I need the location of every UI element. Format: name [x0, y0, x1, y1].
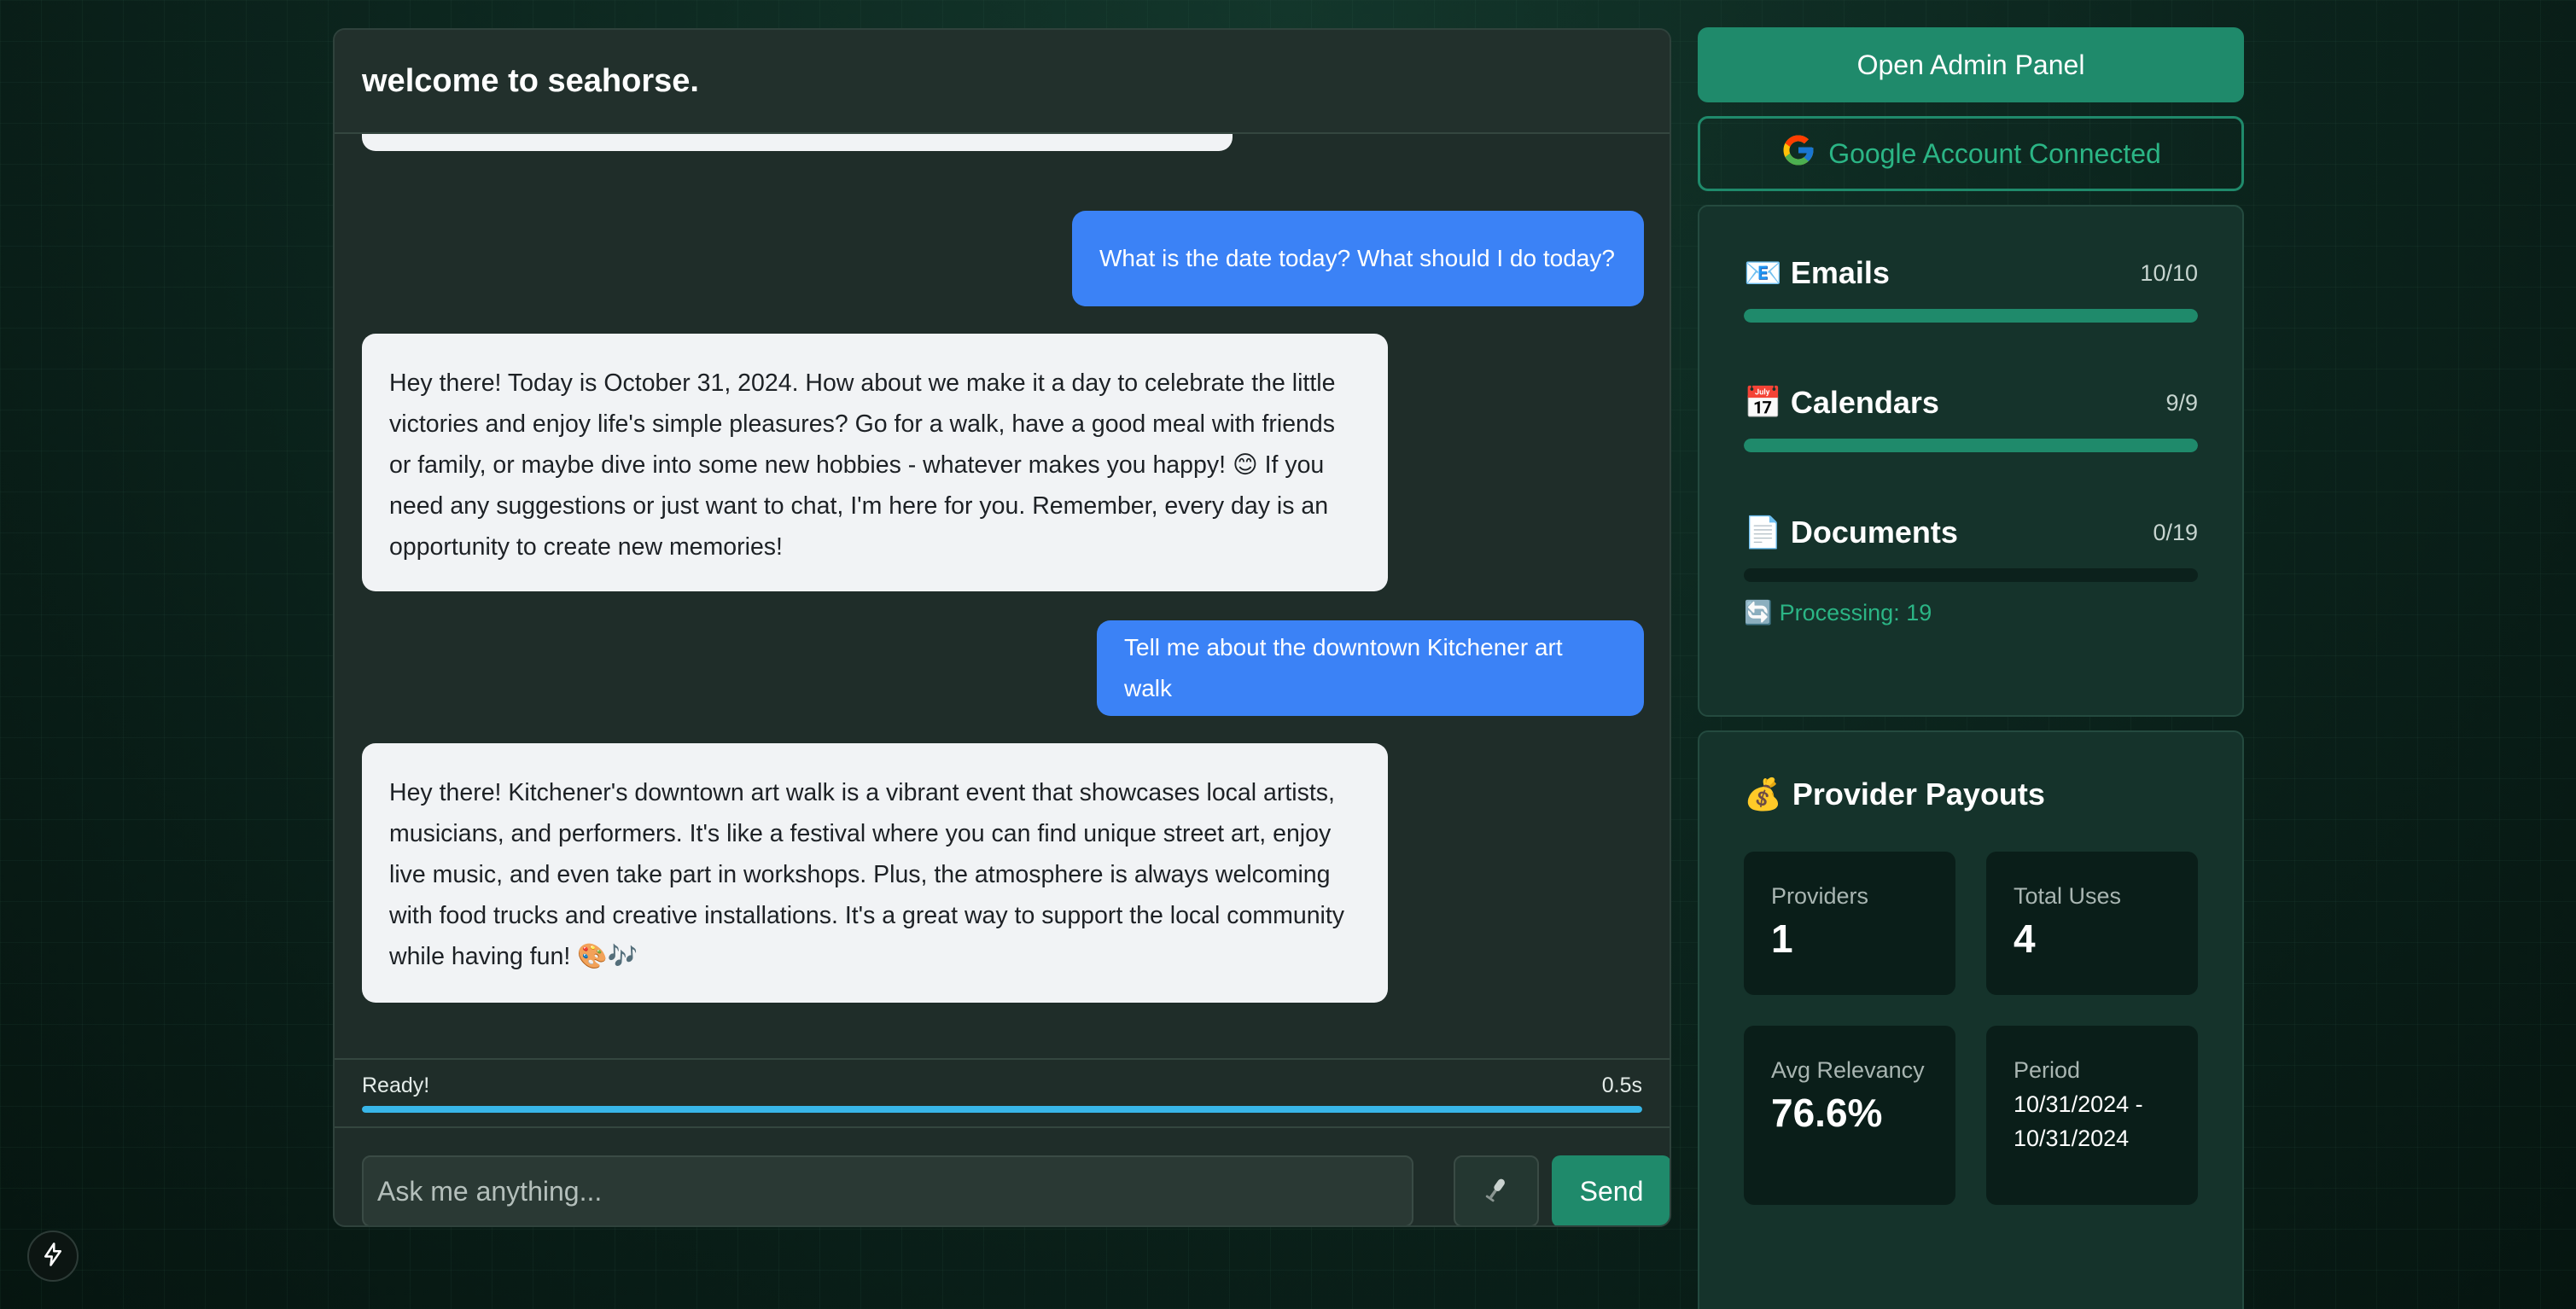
- calendar-icon: 📅: [1744, 386, 1782, 421]
- message-text: Hey there! Today is October 31, 2024. Ho…: [389, 369, 1336, 561]
- refresh-icon: 🔄: [1744, 600, 1773, 626]
- input-row: Send: [362, 1128, 1670, 1225]
- sync-row-emails: 📧 Emails 10/10: [1744, 251, 2198, 336]
- message-text: Hey there! Kitchener's downtown art walk…: [389, 779, 1345, 970]
- sync-progress-bar: [1744, 568, 2198, 582]
- email-icon: 📧: [1744, 256, 1782, 291]
- user-message: Tell me about the downtown Kitchener art…: [1097, 620, 1644, 716]
- sync-progress-bar: [1744, 309, 2198, 323]
- message-text: Tell me about the downtown Kitchener art…: [1124, 634, 1563, 701]
- stat-value: 1: [1771, 916, 1793, 961]
- sync-label: Documents: [1790, 515, 1958, 550]
- assistant-message: Hey there! Kitchener's downtown art walk…: [362, 743, 1388, 1003]
- stat-label: Avg Relevancy: [1771, 1057, 1925, 1083]
- stat-total-uses: Total Uses 4: [1986, 852, 2198, 995]
- sync-row-calendars: 📅 Calendars 9/9: [1744, 381, 2198, 466]
- previous-message-bubble: [362, 134, 1233, 151]
- open-admin-panel-button[interactable]: Open Admin Panel: [1698, 27, 2244, 102]
- google-account-button[interactable]: Google Account Connected: [1698, 116, 2244, 191]
- processing-status: 🔄 Processing: 19: [1744, 599, 1932, 627]
- provider-payouts-card: 💰 Provider Payouts Providers 1 Total Use…: [1698, 730, 2244, 1309]
- sync-count: 0/19: [2153, 519, 2198, 545]
- sync-status-card: 📧 Emails 10/10 📅 Calendars 9/9 📄 Documen…: [1698, 205, 2244, 717]
- user-message: What is the date today? What should I do…: [1072, 211, 1644, 306]
- chat-panel: welcome to seahorse. What is the date to…: [333, 28, 1671, 1227]
- stat-label: Total Uses: [2014, 883, 2122, 909]
- status-time: 0.5s: [1601, 1073, 1642, 1097]
- document-icon: 📄: [1744, 515, 1782, 550]
- message-list[interactable]: What is the date today? What should I do…: [335, 134, 1670, 1058]
- sync-count: 10/10: [2140, 259, 2198, 286]
- sync-label: Calendars: [1790, 385, 1939, 420]
- sync-row-documents: 📄 Documents 0/19: [1744, 510, 2198, 596]
- chat-input[interactable]: [362, 1155, 1413, 1225]
- status-progress-fill: [362, 1106, 1642, 1113]
- mic-button[interactable]: [1454, 1155, 1539, 1225]
- sync-label: Emails: [1790, 255, 1890, 290]
- status-progress-bar: [362, 1106, 1642, 1113]
- stat-value: 76.6%: [1771, 1091, 1883, 1135]
- stat-label: Providers: [1771, 883, 1869, 909]
- stat-avg-relevancy: Avg Relevancy 76.6%: [1744, 1026, 1955, 1205]
- processing-text: Processing: 19: [1779, 599, 1932, 625]
- payouts-title-text: Provider Payouts: [1792, 777, 2045, 812]
- stat-providers: Providers 1: [1744, 852, 1955, 995]
- message-text: What is the date today? What should I do…: [1099, 245, 1615, 271]
- chat-header: welcome to seahorse.: [335, 30, 1670, 134]
- send-button[interactable]: Send: [1552, 1155, 1670, 1225]
- stat-label: Period: [2014, 1057, 2081, 1083]
- sync-progress-bar: [1744, 439, 2198, 452]
- stat-period: Period 10/31/2024 - 10/31/2024: [1986, 1026, 2198, 1205]
- google-account-label: Google Account Connected: [1828, 137, 2161, 169]
- stat-value: 4: [2014, 916, 2036, 961]
- assistant-message: Hey there! Today is October 31, 2024. Ho…: [362, 334, 1388, 591]
- google-logo-icon: [1780, 132, 1816, 175]
- sync-progress-fill: [1744, 309, 2198, 323]
- chat-title: welcome to seahorse.: [362, 62, 699, 99]
- status-text: Ready!: [362, 1073, 430, 1097]
- status-bar: Ready! 0.5s: [335, 1058, 1670, 1128]
- dev-tools-button[interactable]: [27, 1230, 79, 1282]
- money-bag-icon: 💰: [1744, 777, 1782, 812]
- sync-progress-fill: [1744, 439, 2198, 452]
- lightning-icon: [40, 1242, 66, 1271]
- stat-value: 10/31/2024 - 10/31/2024: [2014, 1091, 2143, 1151]
- payouts-title: 💰 Provider Payouts: [1744, 777, 2045, 812]
- sync-count: 9/9: [2165, 389, 2198, 416]
- microphone-icon: [1482, 1175, 1511, 1208]
